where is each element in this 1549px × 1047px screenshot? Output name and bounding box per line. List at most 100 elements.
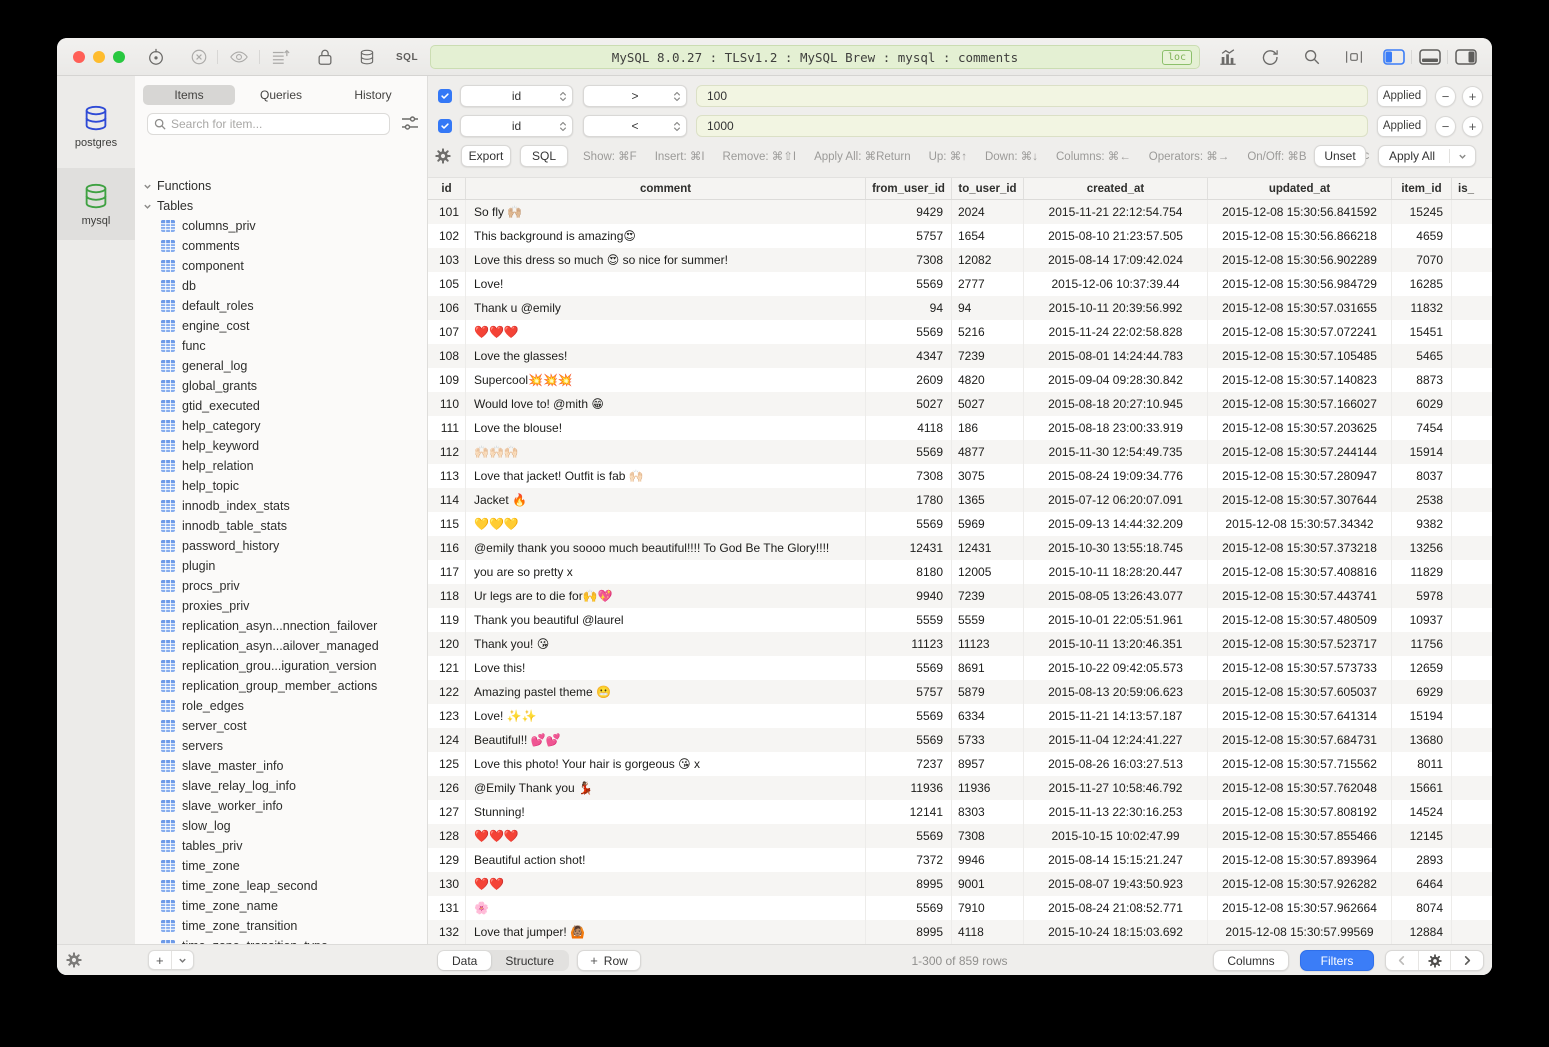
cell-item-id[interactable]: 5465	[1392, 344, 1452, 368]
cell-id[interactable]: 114	[428, 488, 466, 512]
cell-item-id[interactable]: 12145	[1392, 824, 1452, 848]
cell-comment[interactable]: Love this dress so much 😍 so nice for su…	[466, 248, 866, 272]
cell-created-at[interactable]: 2015-10-11 20:39:56.992	[1024, 296, 1208, 320]
cell-updated-at[interactable]: 2015-12-08 15:30:57.855466	[1208, 824, 1392, 848]
cell-from-user-id[interactable]: 5569	[866, 440, 952, 464]
cell-id[interactable]: 130	[428, 872, 466, 896]
cell-created-at[interactable]: 2015-08-14 17:09:42.024	[1024, 248, 1208, 272]
cell-comment[interactable]: Love!	[466, 272, 866, 296]
cell-id[interactable]: 127	[428, 800, 466, 824]
cell-item-id[interactable]: 7070	[1392, 248, 1452, 272]
cell-id[interactable]: 103	[428, 248, 466, 272]
chart-icon[interactable]	[1218, 47, 1238, 67]
cell-to-user-id[interactable]: 5733	[952, 728, 1024, 752]
cell-created-at[interactable]: 2015-08-18 20:27:10.945	[1024, 392, 1208, 416]
cell-created-at[interactable]: 2015-11-24 22:02:58.828	[1024, 320, 1208, 344]
cell-updated-at[interactable]: 2015-12-08 15:30:57.99569	[1208, 920, 1392, 944]
cell-created-at[interactable]: 2015-09-04 09:28:30.842	[1024, 368, 1208, 392]
cell-comment[interactable]: Love the glasses!	[466, 344, 866, 368]
table-list-item[interactable]: help_topic	[135, 476, 427, 496]
cell-to-user-id[interactable]: 5027	[952, 392, 1024, 416]
cell-updated-at[interactable]: 2015-12-08 15:30:57.203625	[1208, 416, 1392, 440]
cell-created-at[interactable]: 2015-11-30 12:54:49.735	[1024, 440, 1208, 464]
cell-id[interactable]: 123	[428, 704, 466, 728]
export-button[interactable]: Export	[461, 145, 511, 167]
cell-is[interactable]	[1452, 224, 1491, 248]
cell-is[interactable]	[1452, 752, 1491, 776]
cell-to-user-id[interactable]: 8691	[952, 656, 1024, 680]
cell-to-user-id[interactable]: 8957	[952, 752, 1024, 776]
cell-updated-at[interactable]: 2015-12-08 15:30:57.072241	[1208, 320, 1392, 344]
cell-updated-at[interactable]: 2015-12-08 15:30:57.34342	[1208, 512, 1392, 536]
cell-to-user-id[interactable]: 2024	[952, 200, 1024, 224]
cell-from-user-id[interactable]: 5569	[866, 512, 952, 536]
table-row[interactable]: 122 Amazing pastel theme 😬 5757 5879 201…	[428, 680, 1492, 704]
cell-is[interactable]	[1452, 728, 1491, 752]
cell-to-user-id[interactable]: 7239	[952, 584, 1024, 608]
cell-updated-at[interactable]: 2015-12-08 15:30:57.443741	[1208, 584, 1392, 608]
cell-id[interactable]: 107	[428, 320, 466, 344]
page-settings-gear-icon[interactable]	[1418, 951, 1451, 970]
cell-id[interactable]: 125	[428, 752, 466, 776]
cell-from-user-id[interactable]: 1780	[866, 488, 952, 512]
table-list-item[interactable]: servers	[135, 736, 427, 756]
cell-comment[interactable]: Beautiful!! 💕💕	[466, 728, 866, 752]
cell-created-at[interactable]: 2015-07-12 06:20:07.091	[1024, 488, 1208, 512]
cell-from-user-id[interactable]: 5559	[866, 608, 952, 632]
cell-item-id[interactable]: 2538	[1392, 488, 1452, 512]
cell-is[interactable]	[1452, 896, 1491, 920]
cell-item-id[interactable]: 8074	[1392, 896, 1452, 920]
cell-updated-at[interactable]: 2015-12-08 15:30:57.373218	[1208, 536, 1392, 560]
cell-created-at[interactable]: 2015-08-05 13:26:43.077	[1024, 584, 1208, 608]
cell-id[interactable]: 106	[428, 296, 466, 320]
filter-applied-button[interactable]: Applied	[1377, 115, 1427, 137]
table-row[interactable]: 126 @Emily Thank you 💃🏾 11936 11936 2015…	[428, 776, 1492, 800]
cell-comment[interactable]: ❤️❤️	[466, 872, 866, 896]
table-list-item[interactable]: comments	[135, 236, 427, 256]
cell-from-user-id[interactable]: 5757	[866, 680, 952, 704]
cell-comment[interactable]: you are so pretty x	[466, 560, 866, 584]
cell-id[interactable]: 126	[428, 776, 466, 800]
cell-id[interactable]: 119	[428, 608, 466, 632]
cell-created-at[interactable]: 2015-10-01 22:05:51.961	[1024, 608, 1208, 632]
table-row[interactable]: 124 Beautiful!! 💕💕 5569 5733 2015-11-04 …	[428, 728, 1492, 752]
cell-to-user-id[interactable]: 12431	[952, 536, 1024, 560]
cell-comment[interactable]: Amazing pastel theme 😬	[466, 680, 866, 704]
cell-id[interactable]: 113	[428, 464, 466, 488]
item-search-box[interactable]	[147, 113, 390, 135]
cell-from-user-id[interactable]: 7237	[866, 752, 952, 776]
apply-all-button[interactable]: Apply All	[1378, 145, 1476, 167]
cell-from-user-id[interactable]: 8180	[866, 560, 952, 584]
prev-page-button[interactable]	[1386, 951, 1418, 970]
toggle-left-panel-icon[interactable]	[1383, 49, 1405, 65]
table-row[interactable]: 109 Supercool💥💥💥 2609 4820 2015-09-04 09…	[428, 368, 1492, 392]
cell-is[interactable]	[1452, 656, 1491, 680]
cell-is[interactable]	[1452, 344, 1491, 368]
table-list-item[interactable]: slave_master_info	[135, 756, 427, 776]
cell-from-user-id[interactable]: 11936	[866, 776, 952, 800]
zoom-window-button[interactable]	[113, 51, 125, 63]
cell-created-at[interactable]: 2015-10-11 13:20:46.351	[1024, 632, 1208, 656]
cell-to-user-id[interactable]: 5216	[952, 320, 1024, 344]
cell-from-user-id[interactable]: 8995	[866, 920, 952, 944]
cell-comment[interactable]: Love this photo! Your hair is gorgeous 😘…	[466, 752, 866, 776]
cell-updated-at[interactable]: 2015-12-08 15:30:57.893964	[1208, 848, 1392, 872]
cell-is[interactable]	[1452, 800, 1491, 824]
cell-to-user-id[interactable]: 5879	[952, 680, 1024, 704]
cell-is[interactable]	[1452, 464, 1491, 488]
cell-created-at[interactable]: 2015-08-18 23:00:33.919	[1024, 416, 1208, 440]
cell-comment[interactable]: Love! ✨✨	[466, 704, 866, 728]
cell-comment[interactable]: ❤️❤️❤️	[466, 320, 866, 344]
cell-updated-at[interactable]: 2015-12-08 15:30:57.926282	[1208, 872, 1392, 896]
cell-id[interactable]: 132	[428, 920, 466, 944]
add-filter-button[interactable]: +	[1462, 86, 1483, 107]
connect-icon[interactable]	[146, 47, 166, 67]
cell-to-user-id[interactable]: 4877	[952, 440, 1024, 464]
cell-comment[interactable]: Love this!	[466, 656, 866, 680]
cell-id[interactable]: 122	[428, 680, 466, 704]
cell-item-id[interactable]: 4659	[1392, 224, 1452, 248]
cell-id[interactable]: 121	[428, 656, 466, 680]
cell-to-user-id[interactable]: 94	[952, 296, 1024, 320]
filter-value-input[interactable]: 1000	[696, 115, 1368, 137]
cell-is[interactable]	[1452, 536, 1491, 560]
